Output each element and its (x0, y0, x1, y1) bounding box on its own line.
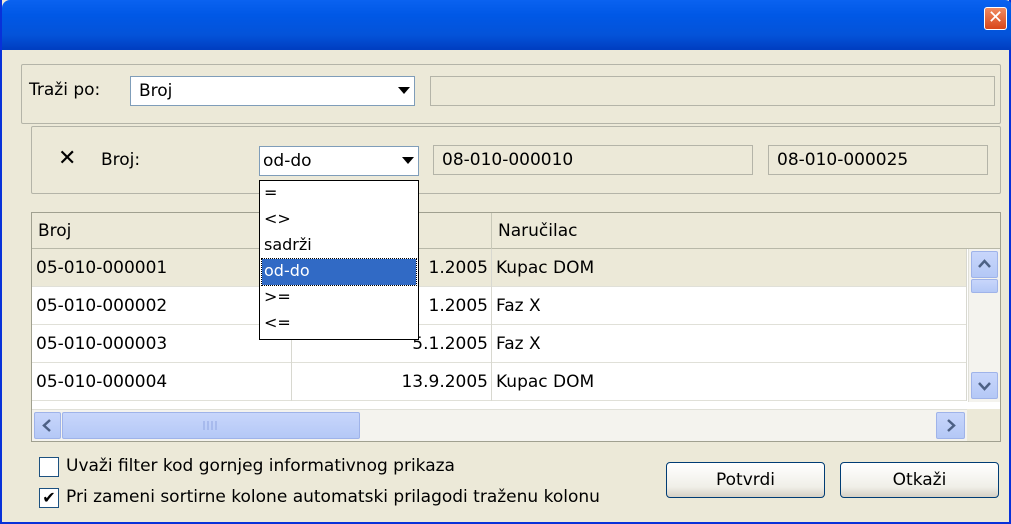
column-header-narucilac[interactable]: Naručilac (492, 213, 967, 249)
filter-field-label: Broj: (101, 150, 141, 170)
filter-to-input[interactable]: 08-010-000025 (768, 145, 988, 175)
cell-broj: 05-010-000002 (32, 287, 292, 325)
cell-narucilac: Faz X (492, 287, 967, 325)
vertical-scroll-thumb[interactable] (971, 279, 998, 293)
dialog-window: ✕ Traži po: Broj ✕ Broj: od-do 08-010-00… (0, 0, 1011, 524)
remove-filter-icon[interactable]: ✕ (58, 146, 76, 171)
auto-sort-checkbox[interactable]: ✔ (39, 488, 59, 508)
dropdown-option[interactable]: >= (262, 285, 416, 311)
cell-broj: 05-010-000003 (32, 325, 292, 363)
cell-broj: 05-010-000004 (32, 363, 292, 401)
search-field-value: Broj (139, 81, 173, 101)
horizontal-scrollbar[interactable] (32, 409, 967, 441)
apply-filter-label: Uvaži filter kod gornjeg informativnog p… (66, 456, 455, 476)
chevron-down-icon (978, 382, 991, 391)
table-row[interactable]: 05-010-000004 13.9.2005 Kupac DOM (32, 363, 967, 401)
scroll-right-button[interactable] (936, 412, 965, 439)
dropdown-option[interactable]: = (262, 181, 416, 207)
grip-icon (203, 421, 217, 430)
dropdown-option-selected[interactable]: od-do (261, 258, 417, 286)
filter-operator-combo[interactable]: od-do (259, 146, 419, 176)
chevron-right-icon (947, 419, 956, 432)
cell-narucilac: Kupac DOM (492, 249, 967, 287)
dropdown-option[interactable]: <> (262, 207, 416, 233)
title-bar[interactable]: ✕ (2, 0, 1011, 50)
auto-sort-label: Pri zameni sortirne kolone automatski pr… (66, 487, 600, 507)
scroll-left-button[interactable] (34, 412, 61, 439)
scroll-up-button[interactable] (971, 251, 998, 278)
cell-datum: 13.9.2005 (292, 363, 492, 401)
filter-from-input[interactable]: 08-010-000010 (433, 145, 753, 175)
filter-operator-value: od-do (263, 151, 312, 171)
search-field-combo[interactable]: Broj (130, 76, 415, 106)
cancel-button[interactable]: Otkaži (840, 462, 999, 498)
chevron-down-icon (398, 87, 410, 94)
confirm-button[interactable]: Potvrdi (666, 462, 825, 498)
table-row[interactable]: 05-010-000002 1.2005 Faz X (32, 287, 967, 325)
search-by-label: Traži po: (29, 80, 101, 100)
search-text-input[interactable] (430, 76, 995, 106)
checkmark-icon: ✔ (42, 488, 56, 507)
table-row[interactable]: 05-010-000001 1.2005 Kupac DOM (32, 249, 967, 287)
apply-filter-checkbox[interactable] (39, 457, 59, 477)
column-header-broj[interactable]: Broj (32, 213, 292, 249)
table-header: Broj Naručilac (32, 213, 967, 249)
scroll-down-button[interactable] (971, 372, 998, 399)
close-button[interactable]: ✕ (984, 7, 1007, 30)
cell-narucilac: Kupac DOM (492, 363, 967, 401)
chevron-down-icon (402, 157, 414, 164)
operator-dropdown-list[interactable]: = <> sadrži od-do >= <= (259, 180, 419, 340)
chevron-left-icon (42, 419, 51, 432)
dropdown-option[interactable]: <= (262, 311, 416, 337)
table-row[interactable]: 05-010-000003 5.1.2005 Faz X (32, 325, 967, 363)
dropdown-option[interactable]: sadrži (262, 233, 416, 259)
cell-narucilac: Faz X (492, 325, 967, 363)
vertical-scrollbar[interactable] (968, 249, 1000, 402)
chevron-up-icon (978, 259, 991, 268)
close-icon: ✕ (987, 7, 1004, 28)
horizontal-scroll-thumb[interactable] (62, 412, 360, 439)
cell-broj: 05-010-000001 (32, 249, 292, 287)
results-table[interactable]: Broj Naručilac 05-010-000001 1.2005 Kupa… (31, 212, 1001, 442)
